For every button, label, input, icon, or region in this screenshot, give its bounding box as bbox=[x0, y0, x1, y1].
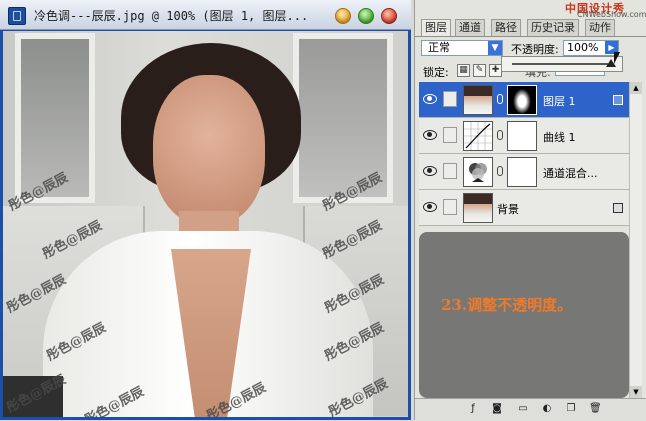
layer-mask-thumbnail[interactable] bbox=[507, 85, 537, 115]
layer-thumbnail bbox=[463, 85, 493, 115]
chevron-down-icon: ▼ bbox=[488, 41, 502, 55]
layer-row-curves[interactable]: 曲线 1 bbox=[419, 118, 629, 154]
tab-channels[interactable]: 通道 bbox=[455, 19, 485, 36]
maximize-button[interactable] bbox=[358, 8, 374, 24]
layer-thumbnail bbox=[463, 193, 493, 223]
opacity-slider-popup[interactable] bbox=[501, 56, 623, 72]
mouse-cursor-icon bbox=[614, 52, 620, 64]
brush-icon bbox=[443, 127, 457, 143]
layer-row-layer1[interactable]: 图层 1 bbox=[419, 82, 629, 118]
adjustment-layer-icon[interactable]: ◐ bbox=[541, 403, 553, 415]
document-titlebar[interactable]: 冷色调---辰辰.jpg @ 100% (图层 1, 图层... bbox=[0, 0, 411, 30]
lock-icon bbox=[613, 95, 623, 105]
lock-transparency-icon[interactable]: ▦ bbox=[457, 64, 470, 77]
channel-mixer-icon bbox=[463, 157, 493, 187]
eye-icon[interactable] bbox=[423, 94, 437, 104]
add-mask-icon[interactable]: ◙ bbox=[491, 403, 503, 415]
lock-brush-icon[interactable]: ✎ bbox=[473, 64, 486, 77]
blend-mode-value: 正常 bbox=[428, 41, 450, 54]
opacity-label: 不透明度: bbox=[511, 43, 559, 56]
chain-link-icon[interactable] bbox=[497, 94, 503, 104]
layer-name: 背景 bbox=[497, 203, 519, 216]
layer-style-icon[interactable]: ƒ bbox=[467, 403, 479, 415]
layer-name: 通道混合... bbox=[543, 167, 598, 180]
document-title: 冷色调---辰辰.jpg @ 100% (图层 1, 图层... bbox=[34, 9, 309, 23]
close-button[interactable] bbox=[381, 8, 397, 24]
layers-scrollbar[interactable]: ▲ ▼ bbox=[629, 82, 642, 398]
annotation-text: 23.调整不透明度。 bbox=[441, 296, 573, 314]
eye-icon[interactable] bbox=[423, 130, 437, 140]
tab-layers[interactable]: 图层 bbox=[421, 19, 451, 36]
new-group-icon[interactable]: ▭ bbox=[517, 403, 529, 415]
palette-tabs: 图层 通道 路径 历史记录 动作 bbox=[415, 16, 646, 37]
chain-link-icon[interactable] bbox=[497, 130, 503, 140]
trash-icon[interactable]: 🗑 bbox=[589, 403, 602, 415]
layer-name: 曲线 1 bbox=[543, 131, 576, 144]
palette-bottom-bar: ƒ ◙ ▭ ◐ ❐ 🗑 bbox=[415, 398, 646, 421]
brush-icon bbox=[443, 91, 457, 107]
layers-list: 图层 1 曲线 1 通道混合... 背景 bbox=[419, 82, 629, 226]
chain-link-icon[interactable] bbox=[497, 166, 503, 176]
document-window: 冷色调---辰辰.jpg @ 100% (图层 1, 图层... 彤色@辰辰 彤… bbox=[0, 0, 411, 420]
layer-mask-thumbnail[interactable] bbox=[507, 121, 537, 151]
portrait-face bbox=[153, 75, 265, 225]
layer-row-channel-mixer[interactable]: 通道混合... bbox=[419, 154, 629, 190]
tab-paths[interactable]: 路径 bbox=[491, 19, 521, 36]
eye-icon[interactable] bbox=[423, 202, 437, 212]
layer-row-background[interactable]: 背景 bbox=[419, 190, 629, 226]
scroll-up-icon[interactable]: ▲ bbox=[630, 82, 642, 94]
lock-label: 锁定: bbox=[423, 66, 449, 79]
layers-palette: 中国设计秀 CNWebShow.com 图层 通道 路径 历史记录 动作 正常 … bbox=[414, 0, 646, 421]
brush-icon bbox=[443, 163, 457, 179]
eye-icon[interactable] bbox=[423, 166, 437, 176]
minimize-button[interactable] bbox=[335, 8, 351, 24]
new-layer-icon[interactable]: ❐ bbox=[565, 403, 577, 415]
photoshop-document-icon bbox=[8, 7, 26, 25]
lock-icon bbox=[613, 203, 623, 213]
curves-adjustment-icon bbox=[463, 121, 493, 151]
brush-icon bbox=[443, 199, 457, 215]
opacity-slider-track[interactable] bbox=[512, 63, 608, 65]
layer-mask-thumbnail[interactable] bbox=[507, 157, 537, 187]
layer-name: 图层 1 bbox=[543, 95, 576, 108]
opacity-value: 100% bbox=[567, 41, 599, 54]
tab-history[interactable]: 历史记录 bbox=[527, 19, 579, 36]
photo-canvas[interactable]: 彤色@辰辰 彤色@辰辰 彤色@辰辰 彤色@辰辰 彤色@辰辰 彤色@辰辰 彤色@辰… bbox=[3, 31, 408, 417]
scroll-down-icon[interactable]: ▼ bbox=[630, 386, 642, 398]
tab-actions[interactable]: 动作 bbox=[585, 19, 615, 36]
blend-mode-select[interactable]: 正常 ▼ bbox=[421, 40, 503, 56]
annotation-box: 23.调整不透明度。 bbox=[419, 232, 629, 398]
